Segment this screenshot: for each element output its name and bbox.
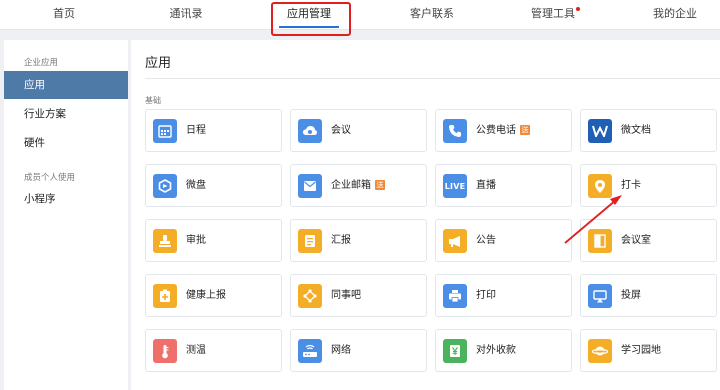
app-label: 打印 [476,290,496,301]
app-card-screen-cast[interactable]: 投屏 [580,274,717,317]
app-card-doc[interactable]: 微文档 [580,109,717,152]
yuan-icon [443,339,467,363]
nav-management-tools[interactable]: 管理工具 [531,0,575,30]
sidebar-item-hardware[interactable]: 硬件 [4,129,128,157]
app-card-network[interactable]: 网络 [290,329,427,372]
thermometer-icon [153,339,177,363]
app-label: 公告 [476,235,496,246]
report-icon [298,229,322,253]
main-panel: 应用 基础 日程 会议 公费电话送 微文档 微盘 企业邮箱 送 LIVE 直播 … [131,40,720,390]
router-icon [298,339,322,363]
nav-contacts[interactable]: 通讯录 [170,0,203,30]
megaphone-icon [443,229,467,253]
nav-customer-contact[interactable]: 客户联系 [410,0,454,30]
app-label: 微盘 [186,180,206,191]
top-nav: 首页 通讯录 应用管理 客户联系 管理工具 我的企业 [0,0,720,30]
app-card-checkin[interactable]: 打卡 [580,164,717,207]
sidebar-item-mini-programs[interactable]: 小程序 [4,185,128,213]
app-label: 企业邮箱送 [331,180,385,191]
calendar-icon [153,119,177,143]
sidebar-section-personal-use: 成员个人使用 [24,173,76,183]
page-title: 应用 [145,56,172,71]
cloud-icon [298,119,322,143]
app-card-temperature[interactable]: 测温 [145,329,282,372]
app-label: 审批 [186,235,206,246]
sidebar-section-enterprise-apps: 企业应用 [24,58,59,68]
stamp-icon [153,229,177,253]
app-card-health-report[interactable]: 健康上报 [145,274,282,317]
app-label: 日程 [186,125,206,136]
app-card-public-phone[interactable]: 公费电话送 [435,109,572,152]
app-card-live[interactable]: LIVE 直播 [435,164,572,207]
notification-dot [576,7,580,11]
app-card-calendar[interactable]: 日程 [145,109,282,152]
nav-home[interactable]: 首页 [53,0,75,30]
app-card-learning[interactable]: 学习园地 [580,329,717,372]
medical-icon [153,284,177,308]
app-label: 网络 [331,345,351,356]
app-label: 测温 [186,345,206,356]
app-card-approval[interactable]: 审批 [145,219,282,262]
app-label: 会议 [331,125,351,136]
app-card-mail[interactable]: 企业邮箱送 [290,164,427,207]
app-label: 健康上报 [186,290,226,301]
drive-icon [153,174,177,198]
screen-cast-icon [588,284,612,308]
mail-icon [298,174,322,198]
app-card-payment[interactable]: 对外收款 [435,329,572,372]
app-label: 汇报 [331,235,351,246]
app-card-meeting[interactable]: 会议 [290,109,427,152]
gift-badge: 送 [375,180,385,190]
app-label: 微文档 [621,125,651,136]
phone-icon [443,119,467,143]
app-card-report[interactable]: 汇报 [290,219,427,262]
app-card-meeting-room[interactable]: 会议室 [580,219,717,262]
live-icon: LIVE [443,174,467,198]
doc-w-icon [588,119,612,143]
app-card-colleague-bar[interactable]: 同事吧 [290,274,427,317]
app-card-drive[interactable]: 微盘 [145,164,282,207]
app-label: 对外收款 [476,345,516,356]
location-pin-icon [588,174,612,198]
app-card-print[interactable]: 打印 [435,274,572,317]
app-label: 学习园地 [621,345,661,356]
divider [145,78,720,79]
group-label: 基础 [145,96,161,105]
gift-badge: 送 [520,125,530,135]
app-label: 公费电话送 [476,125,530,136]
app-label: 会议室 [621,235,651,246]
app-label: 直播 [476,180,496,191]
app-card-announcement[interactable]: 公告 [435,219,572,262]
sidebar-item-industry-solutions[interactable]: 行业方案 [4,100,128,128]
nav-my-enterprise[interactable]: 我的企业 [653,0,697,30]
app-label: 打卡 [621,180,641,191]
printer-icon [443,284,467,308]
annotation-highlight-box [271,2,351,36]
sidebar-item-apps[interactable]: 应用 [4,71,128,99]
sidebar: 企业应用 应用 行业方案 硬件 成员个人使用 小程序 [4,40,128,390]
share-icon [298,284,322,308]
app-label: 同事吧 [331,290,361,301]
app-label: 投屏 [621,290,641,301]
door-icon [588,229,612,253]
planet-icon [588,339,612,363]
